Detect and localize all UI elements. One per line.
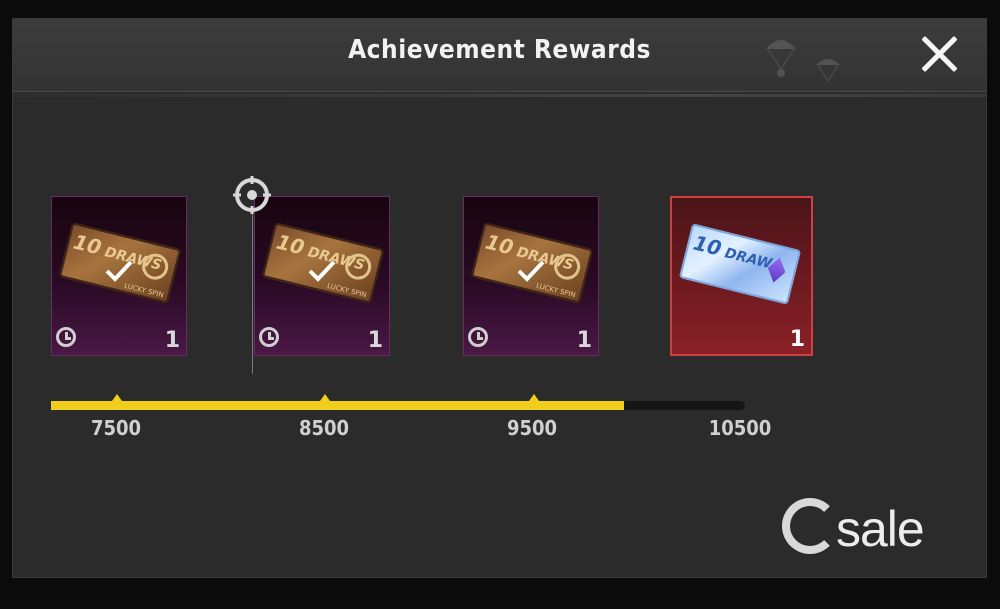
gsale-watermark: sale <box>782 496 962 560</box>
clock-icon <box>56 327 76 347</box>
progress-fill <box>51 401 624 410</box>
ticket-count: 10 <box>71 229 104 260</box>
gsale-logo-icon <box>782 498 838 554</box>
milestone-label: 7500 <box>90 416 142 440</box>
clock-icon <box>468 327 488 347</box>
reward-quantity: 1 <box>164 328 180 353</box>
ticket-sub: LUCKY SPIN <box>535 281 577 300</box>
reward-card-1[interactable]: 10 DRAWS LUCKY SPIN 1 <box>51 196 187 356</box>
ticket-count: 10 <box>483 229 516 260</box>
reward-card-2[interactable]: 10 DRAWS LUCKY SPIN 1 <box>254 196 390 356</box>
cursor-guide-line <box>252 214 253 374</box>
check-icon <box>105 260 133 282</box>
ticket-sub: LUCKY SPIN <box>326 281 368 300</box>
crosshair-icon <box>233 176 271 214</box>
dialog-title: Achievement Rewards <box>348 35 651 65</box>
ticket-sub: LUCKY SPIN <box>123 281 165 300</box>
milestone-marker <box>529 394 539 401</box>
reward-card-3[interactable]: 10 DRAWS LUCKY SPIN 1 <box>463 196 599 356</box>
premium-draw-ticket-icon: 10 DRAW <box>678 223 802 305</box>
milestone-label: 8500 <box>298 416 350 440</box>
reward-quantity: 1 <box>576 328 592 353</box>
milestone-marker <box>112 394 122 401</box>
check-icon <box>517 260 545 282</box>
reward-card-4[interactable]: 10 DRAW 1 <box>670 196 813 356</box>
milestone-marker <box>320 394 330 401</box>
check-icon <box>308 260 336 282</box>
header-divider <box>13 94 986 97</box>
reward-quantity: 1 <box>367 328 383 353</box>
dialog-header: Achievement Rewards <box>13 19 986 92</box>
reward-quantity: 1 <box>789 327 805 352</box>
milestone-label: 10500 <box>708 416 772 440</box>
clock-icon <box>259 327 279 347</box>
watermark-text: sale <box>836 501 925 557</box>
ticket-count: 10 <box>691 230 724 261</box>
ticket-word: DRAW <box>722 245 774 273</box>
ticket-count: 10 <box>274 229 307 260</box>
progress-track <box>51 394 745 410</box>
milestone-label: 9500 <box>506 416 558 440</box>
close-icon[interactable] <box>918 33 960 75</box>
